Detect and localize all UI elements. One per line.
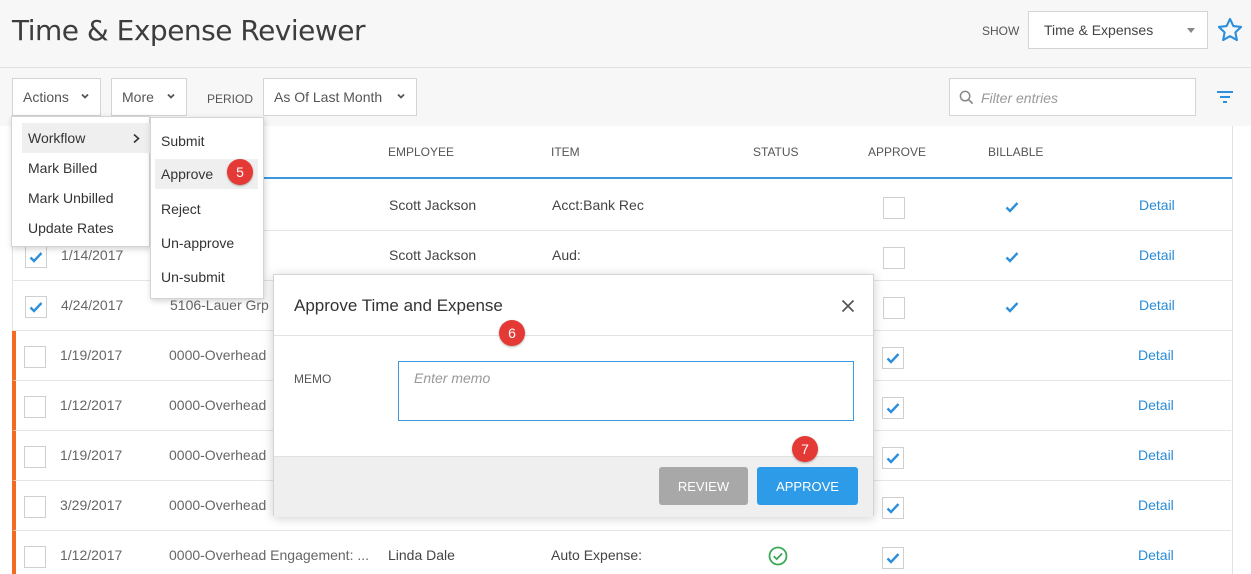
column-employee[interactable]: EMPLOYEE xyxy=(388,145,454,159)
step-badge-6: 6 xyxy=(499,320,525,346)
row-employee: Linda Dale xyxy=(388,547,455,563)
column-billable[interactable]: BILLABLE xyxy=(988,145,1043,159)
detail-link[interactable]: Detail xyxy=(1138,497,1174,513)
chevron-down-icon xyxy=(81,93,89,99)
approve-checkbox[interactable] xyxy=(882,547,904,569)
row-select-checkbox[interactable] xyxy=(24,546,46,568)
approve-dialog: Approve Time and Expense MEMO REVIEW APP… xyxy=(273,274,874,517)
detail-link[interactable]: Detail xyxy=(1138,447,1174,463)
filter-icon[interactable] xyxy=(1216,90,1234,104)
row-engagement: 0000-Overhead xyxy=(169,397,267,413)
menu-item-label: Workflow xyxy=(28,130,86,146)
close-icon[interactable] xyxy=(841,299,855,313)
show-label: SHOW xyxy=(982,24,1020,38)
menu-item-un-approve[interactable]: Un-approve xyxy=(155,228,240,258)
period-select[interactable]: As Of Last Month xyxy=(263,78,417,116)
workflow-submenu: Submit Approve Reject Un-approve Un-subm… xyxy=(150,117,264,299)
caret-down-icon xyxy=(1187,28,1195,33)
row-date: 1/19/2017 xyxy=(60,447,123,463)
row-select-checkbox[interactable] xyxy=(24,496,46,518)
billable-check-icon xyxy=(1005,300,1021,314)
row-item: Acct:Bank Rec xyxy=(552,197,644,213)
page-title: Time & Expense Reviewer xyxy=(12,14,366,47)
approve-checkbox[interactable] xyxy=(883,247,905,269)
row-date: 3/29/2017 xyxy=(60,497,123,513)
star-outline-icon[interactable] xyxy=(1216,16,1244,44)
more-button[interactable]: More xyxy=(111,78,187,116)
filter-box xyxy=(949,78,1196,116)
memo-label: MEMO xyxy=(294,372,332,386)
review-button[interactable]: REVIEW xyxy=(659,467,748,505)
page-header: Time & Expense Reviewer SHOW Time & Expe… xyxy=(0,0,1251,68)
actions-menu: Workflow Mark Billed Mark Unbilled Updat… xyxy=(11,116,150,247)
step-badge-7: 7 xyxy=(792,436,818,462)
dialog-title: Approve Time and Expense xyxy=(294,296,503,315)
billable-check-icon xyxy=(1005,250,1021,264)
row-item: Aud: xyxy=(552,247,581,263)
menu-item-update-rates[interactable]: Update Rates xyxy=(22,213,120,243)
approve-checkbox[interactable] xyxy=(882,347,904,369)
menu-item-label: Approve xyxy=(161,166,214,182)
approve-checkbox[interactable] xyxy=(882,397,904,419)
billable-check-icon xyxy=(1005,200,1021,214)
detail-link[interactable]: Detail xyxy=(1139,197,1175,213)
dialog-divider xyxy=(274,335,873,336)
detail-link[interactable]: Detail xyxy=(1139,247,1175,263)
row-employee: Scott Jackson xyxy=(389,247,477,263)
menu-item-workflow[interactable]: Workflow xyxy=(22,123,150,153)
column-status[interactable]: STATUS xyxy=(753,145,799,159)
dialog-footer: REVIEW APPROVE xyxy=(274,456,873,517)
approve-button[interactable]: APPROVE xyxy=(757,467,858,505)
chevron-down-icon xyxy=(167,93,175,99)
row-employee: Scott Jackson xyxy=(389,197,477,213)
menu-item-mark-unbilled[interactable]: Mark Unbilled xyxy=(22,183,120,213)
detail-link[interactable]: Detail xyxy=(1138,347,1174,363)
menu-item-un-submit[interactable]: Un-submit xyxy=(155,262,231,292)
approve-checkbox[interactable] xyxy=(883,197,905,219)
check-circle-icon xyxy=(768,546,788,566)
row-date: 1/14/2017 xyxy=(61,247,124,263)
row-item: Auto Expense: xyxy=(551,547,643,563)
show-select[interactable]: Time & Expenses xyxy=(1028,11,1208,49)
approve-checkbox[interactable] xyxy=(883,297,905,319)
memo-input[interactable] xyxy=(398,361,854,421)
search-icon xyxy=(959,90,974,105)
more-button-label: More xyxy=(122,89,154,105)
menu-item-reject[interactable]: Reject xyxy=(155,194,207,224)
filter-entries-input[interactable] xyxy=(981,88,1181,108)
detail-link[interactable]: Detail xyxy=(1138,397,1174,413)
row-select-checkbox[interactable] xyxy=(25,296,47,318)
row-select-checkbox[interactable] xyxy=(24,346,46,368)
table-row[interactable]: 1/12/2017 0000-Overhead Engagement: ... Li… xyxy=(12,531,1231,574)
step-badge-5: 5 xyxy=(227,159,253,185)
row-date: 1/12/2017 xyxy=(60,397,123,413)
period-select-value: As Of Last Month xyxy=(274,89,383,105)
chevron-right-icon xyxy=(133,134,140,143)
approve-checkbox[interactable] xyxy=(882,497,904,519)
detail-link[interactable]: Detail xyxy=(1138,547,1174,563)
actions-button[interactable]: Actions xyxy=(12,78,101,116)
actions-button-label: Actions xyxy=(23,89,69,105)
period-label: PERIOD xyxy=(207,92,254,106)
row-select-checkbox[interactable] xyxy=(24,446,46,468)
show-select-value: Time & Expenses xyxy=(1044,22,1154,38)
column-item[interactable]: ITEM xyxy=(551,145,580,159)
row-select-checkbox[interactable] xyxy=(24,396,46,418)
row-select-checkbox[interactable] xyxy=(25,246,47,268)
approve-checkbox[interactable] xyxy=(882,447,904,469)
menu-item-mark-billed[interactable]: Mark Billed xyxy=(22,153,103,183)
row-date: 1/19/2017 xyxy=(60,347,123,363)
row-engagement: 0000-Overhead xyxy=(169,347,267,363)
row-engagement: 0000-Overhead xyxy=(169,447,267,463)
row-engagement: 0000-Overhead xyxy=(169,497,267,513)
row-engagement: 5106-Lauer Grp xyxy=(170,297,269,313)
row-date: 4/24/2017 xyxy=(61,297,124,313)
detail-link[interactable]: Detail xyxy=(1139,297,1175,313)
column-approve[interactable]: APPROVE xyxy=(868,145,926,159)
row-engagement: 0000-Overhead Engagement: ... xyxy=(169,547,370,563)
menu-item-submit[interactable]: Submit xyxy=(155,126,211,156)
chevron-down-icon xyxy=(397,93,405,99)
row-date: 1/12/2017 xyxy=(60,547,123,563)
